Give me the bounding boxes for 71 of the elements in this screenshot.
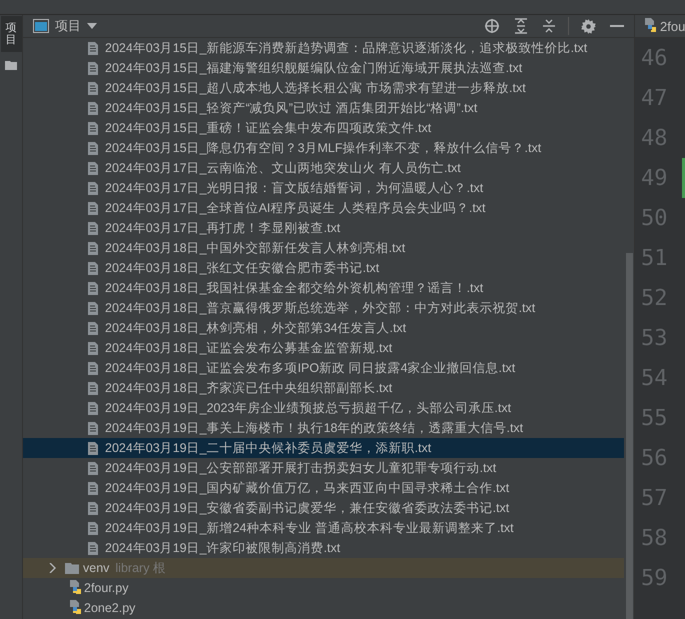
tree-item[interactable]: 2024年03月19日_新增24种本科专业 普通高校本科专业最新调整来了.txt [23, 518, 624, 538]
text-file-icon [88, 482, 98, 494]
collapse-all-icon[interactable] [542, 18, 556, 34]
text-file-icon [88, 62, 98, 74]
settings-icon[interactable] [581, 18, 596, 34]
tree-item[interactable]: 2024年03月18日_普京赢得俄罗斯总统选举，外交部：中方对此表示祝贺.txt [23, 298, 624, 318]
tree-item[interactable]: 2024年03月19日_2023年房企业绩预披总亏损超千亿，头部公司承压.txt [23, 398, 624, 418]
project-tab[interactable]: 项目 [0, 16, 22, 52]
python-file-icon [643, 18, 657, 34]
tree-item[interactable]: 2024年03月17日_全球首位AI程序员诞生 人类程序员会失业吗？.txt [23, 198, 624, 218]
text-file-icon [88, 362, 98, 374]
tree-item[interactable]: 2024年03月15日_轻资产“减负风”已吹过 酒店集团开始比“格调”.txt [23, 98, 624, 118]
text-file-icon [88, 262, 98, 274]
caret-icon[interactable] [87, 23, 97, 29]
tree-item[interactable]: 2one2.py [23, 598, 624, 618]
text-file-icon [88, 322, 98, 334]
text-file-icon [88, 122, 98, 134]
tree-item[interactable]: 2024年03月15日_超八成本地人选择长租公寓 市场需求有望进一步释放.txt [23, 78, 624, 98]
folder-icon[interactable] [5, 60, 17, 70]
tree-item[interactable]: 2024年03月15日_福建海警组织舰艇编队位金门附近海域开展执法巡查.txt [23, 58, 624, 78]
tree-item[interactable]: 2four.py [23, 578, 624, 598]
locate-icon[interactable] [484, 18, 500, 34]
text-file-icon [88, 542, 98, 554]
tree-item[interactable]: 2024年03月18日_证监会发布公募基金监管新规.txt [23, 338, 624, 358]
tree-item[interactable]: 2024年03月19日_许家印被限制高消费.txt [23, 538, 624, 558]
text-file-icon [88, 182, 98, 194]
text-file-icon [88, 442, 98, 454]
panel-title[interactable]: 项目 [55, 17, 81, 35]
tree-item[interactable]: 2024年03月17日_再打虎！李显刚被查.txt [23, 218, 624, 238]
panel-icon [33, 19, 49, 33]
python-file-icon [68, 600, 82, 616]
text-file-icon [88, 402, 98, 414]
tree-item[interactable]: 2024年03月19日_安徽省委副书记虞爱华，兼任安徽省委政法委书记.txt [23, 498, 624, 518]
tree-item[interactable]: 2024年03月18日_张红文任安徽合肥市委书记.txt [23, 258, 624, 278]
text-file-icon [88, 302, 98, 314]
tree-item[interactable]: venv library 根 [23, 558, 624, 578]
folder-icon [65, 562, 79, 574]
text-file-icon [88, 502, 98, 514]
text-file-icon [88, 82, 98, 94]
text-file-icon [88, 162, 98, 174]
expand-all-icon[interactable] [514, 18, 528, 34]
tree-item[interactable]: 2024年03月15日_降息仍有空间？3月MLF操作利率不变，释放什么信号？.txt [23, 138, 624, 158]
text-file-icon [88, 462, 98, 474]
python-file-icon [68, 580, 82, 596]
text-file-icon [88, 42, 98, 54]
text-file-icon [88, 342, 98, 354]
text-file-icon [88, 382, 98, 394]
tree-item[interactable]: 2024年03月19日_事关上海楼市！执行18年的政策终结，透露重大信号.txt [23, 418, 624, 438]
tree-item[interactable]: 2024年03月18日_我国社保基金全都交给外资机构管理？谣言！.txt [23, 278, 624, 298]
scrollbar-thumb[interactable] [626, 253, 633, 619]
tree-item[interactable]: 2024年03月17日_光明日报：盲文版结婚誓词，为何温暖人心？.txt [23, 178, 624, 198]
tree-item[interactable]: 2024年03月19日_国内矿藏价值万亿，马来西亚向中国寻求稀土合作.txt [23, 478, 624, 498]
tree-item[interactable]: 2024年03月17日_云南临沧、文山两地突发山火 有人员伤亡.txt [23, 158, 624, 178]
minimize-icon[interactable] [610, 24, 624, 28]
tree-item[interactable]: 2024年03月15日_新能源车消费新趋势调查：品牌意识逐渐淡化，追求极致性价比.txt [23, 38, 624, 58]
tree-item[interactable]: 2024年03月18日_中国外交部新任发言人林剑亮相.txt [23, 238, 624, 258]
tree-item[interactable]: 2024年03月19日_二十届中央候补委员虞爱华，添新职.txt [23, 438, 624, 458]
tree-item[interactable]: 2024年03月18日_齐家滨已任中央组织部副部长.txt [23, 378, 624, 398]
tree-item[interactable]: 2024年03月18日_林剑亮相，外交部第34任发言人.txt [23, 318, 624, 338]
text-file-icon [88, 222, 98, 234]
chevron-icon[interactable] [49, 563, 56, 573]
text-file-icon [88, 522, 98, 534]
tree-item[interactable]: 2024年03月15日_重磅！证监会集中发布四项政策文件.txt [23, 118, 624, 138]
text-file-icon [88, 202, 98, 214]
text-file-icon [88, 422, 98, 434]
text-file-icon [88, 102, 98, 114]
text-file-icon [88, 282, 98, 294]
tree-item[interactable]: 2024年03月19日_公安部部署开展打击拐卖妇女儿童犯罪专项行动.txt [23, 458, 624, 478]
tree-item[interactable]: 2024年03月18日_证监会发布多项IPO新政 同日披露4家企业撤回信息.txt [23, 358, 624, 378]
text-file-icon [88, 242, 98, 254]
text-file-icon [88, 142, 98, 154]
